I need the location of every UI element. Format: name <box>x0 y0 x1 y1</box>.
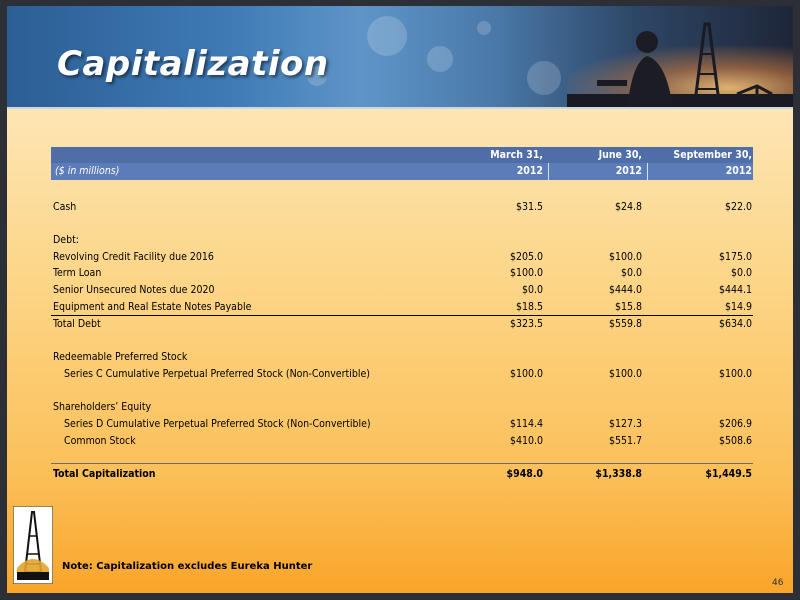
row-label: Total Capitalization <box>53 468 156 480</box>
row-label: Equipment and Real Estate Notes Payable <box>53 301 252 313</box>
cell-value: $206.9 <box>718 418 752 430</box>
cell-value: $100.0 <box>608 368 642 380</box>
row-label: Shareholders’ Equity <box>53 401 152 413</box>
table-row: Common Stock $410.0 $551.7 $508.6 <box>51 434 753 450</box>
company-logo <box>13 506 53 584</box>
table-row: Term Loan $100.0 $0.0 $0.0 <box>51 266 753 282</box>
page-number: 46 <box>772 578 784 588</box>
table-row: Series D Cumulative Perpetual Preferred … <box>51 417 753 433</box>
table-row: Revolving Credit Facility due 2016 $205.… <box>51 250 753 266</box>
column-year-september: 2012 <box>725 165 752 177</box>
cell-value: $0.0 <box>620 267 642 279</box>
page-title: Capitalization <box>57 44 329 84</box>
row-label: Debt: <box>53 234 79 246</box>
table-row: Senior Unsecured Notes due 2020 $0.0 $44… <box>51 283 753 299</box>
cell-value: $15.8 <box>614 301 642 313</box>
row-label: Redeemable Preferred Stock <box>53 351 188 363</box>
cell-value: $127.3 <box>608 418 642 430</box>
footnote: Note: Capitalization excludes Eureka Hun… <box>62 561 313 572</box>
cell-value: $100.0 <box>509 368 543 380</box>
cell-value: $100.0 <box>509 267 543 279</box>
table-row: Shareholders’ Equity <box>51 400 753 416</box>
cell-value: $1,338.8 <box>595 468 642 480</box>
column-year-march: 2012 <box>516 165 543 177</box>
cell-value: $444.0 <box>608 284 642 296</box>
row-label: Series C Cumulative Perpetual Preferred … <box>64 368 370 380</box>
table-header-row-1: March 31, June 30, September 30, <box>51 147 753 163</box>
table-row: Series C Cumulative Perpetual Preferred … <box>51 367 753 383</box>
table-header-row-2: ($ in millions) 2012 2012 2012 <box>51 163 753 180</box>
row-label: Series D Cumulative Perpetual Preferred … <box>64 418 371 430</box>
cell-value: $559.8 <box>608 318 642 330</box>
table-row: Equipment and Real Estate Notes Payable … <box>51 300 753 316</box>
cell-value: $100.0 <box>718 368 752 380</box>
cell-value: $1,449.5 <box>705 468 752 480</box>
units-label: ($ in millions) <box>55 165 120 177</box>
cell-value: $205.0 <box>509 251 543 263</box>
row-label: Revolving Credit Facility due 2016 <box>53 251 214 263</box>
row-label: Common Stock <box>64 435 136 447</box>
table-row: Debt: <box>51 233 753 249</box>
cell-value: $114.4 <box>509 418 543 430</box>
cell-value: $0.0 <box>730 267 752 279</box>
table-row: Redeemable Preferred Stock <box>51 350 753 366</box>
cell-value: $100.0 <box>608 251 642 263</box>
subtotal-rule <box>51 315 753 316</box>
cell-value: $14.9 <box>724 301 752 313</box>
column-header-september: September 30, <box>673 149 752 161</box>
capitalization-table: March 31, June 30, September 30, ($ in m… <box>51 147 753 480</box>
cell-value: $24.8 <box>614 201 642 213</box>
table-row-total: Total Capitalization $948.0 $1,338.8 $1,… <box>51 467 753 483</box>
row-label: Term Loan <box>53 267 102 279</box>
cell-value: $948.0 <box>506 468 543 480</box>
row-label: Total Debt <box>53 318 101 330</box>
column-year-june: 2012 <box>615 165 642 177</box>
column-header-march: March 31, <box>490 149 543 161</box>
cell-value: $508.6 <box>718 435 752 447</box>
slide: Capitalization March 31, June 30, Septem… <box>0 0 800 600</box>
oil-rig-photo-icon <box>597 22 773 107</box>
cell-value: $18.5 <box>515 301 543 313</box>
row-label: Cash <box>53 201 77 213</box>
cell-value: $0.0 <box>521 284 543 296</box>
cell-value: $410.0 <box>509 435 543 447</box>
total-rule <box>51 463 753 464</box>
cell-value: $175.0 <box>718 251 752 263</box>
column-header-june: June 30, <box>598 149 642 161</box>
table-row: Cash $31.5 $24.8 $22.0 <box>51 200 753 216</box>
cell-value: $551.7 <box>608 435 642 447</box>
row-label: Senior Unsecured Notes due 2020 <box>53 284 215 296</box>
cell-value: $22.0 <box>724 201 752 213</box>
cell-value: $444.1 <box>718 284 752 296</box>
cell-value: $323.5 <box>509 318 543 330</box>
header-banner: Capitalization <box>7 6 793 109</box>
cell-value: $634.0 <box>718 318 752 330</box>
table-row: Total Debt $323.5 $559.8 $634.0 <box>51 317 753 333</box>
cell-value: $31.5 <box>515 201 543 213</box>
